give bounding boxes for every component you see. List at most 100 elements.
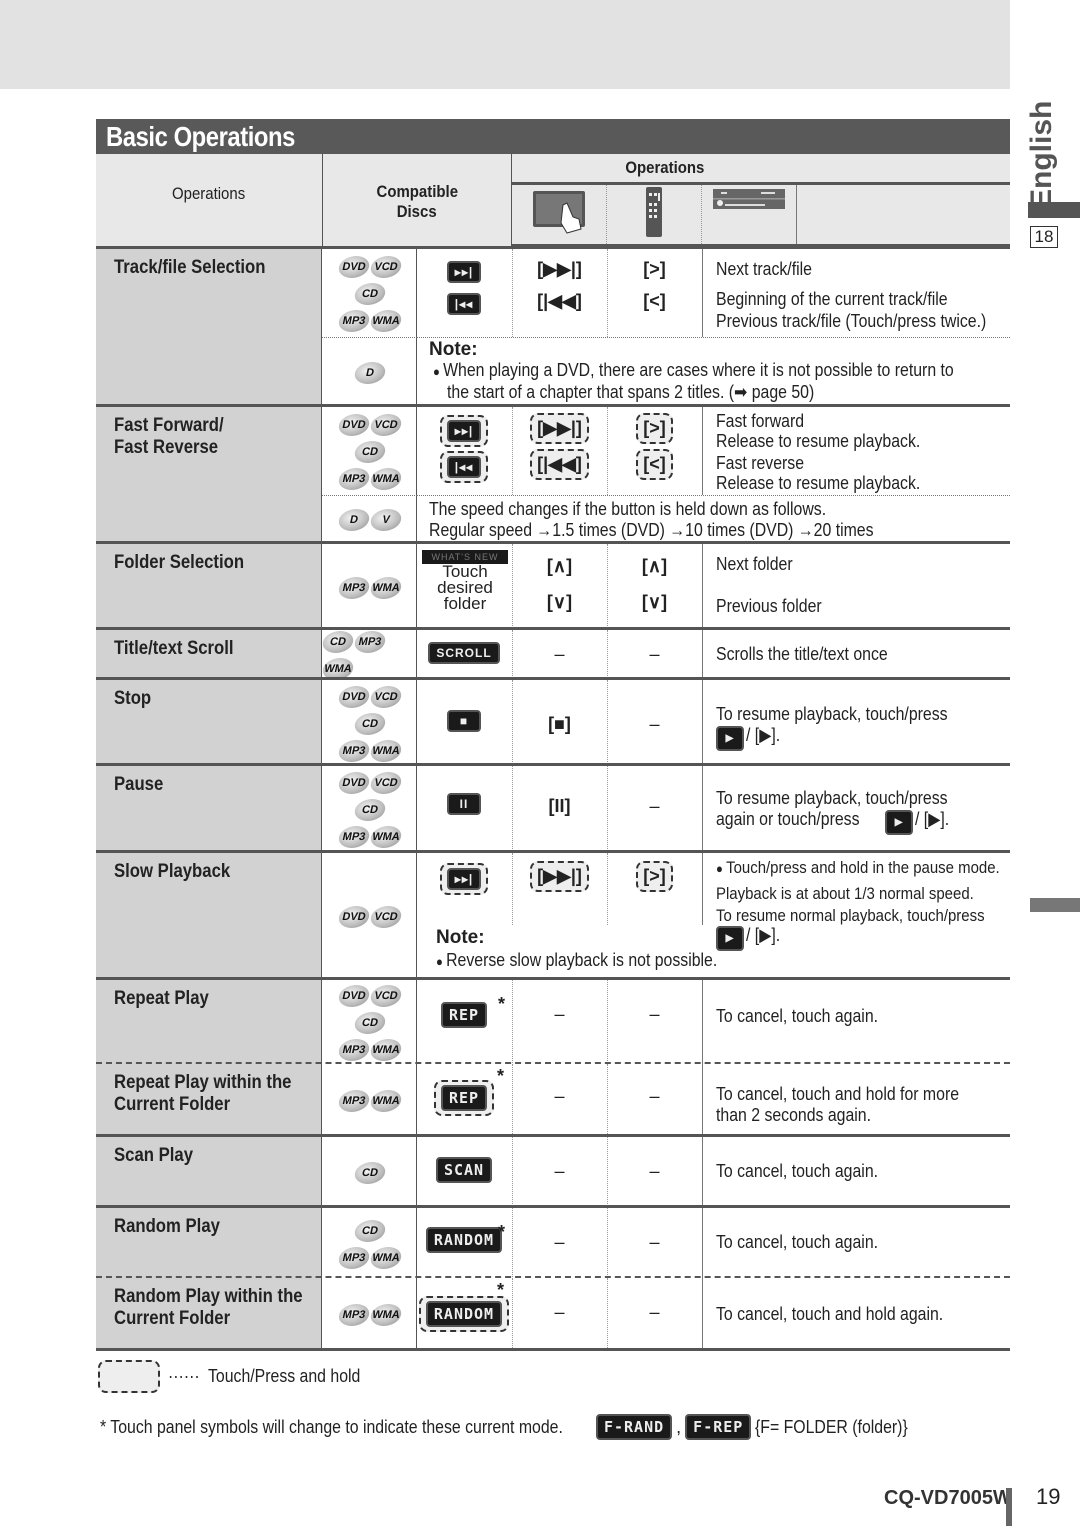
- remote-button: –: [554, 1004, 565, 1024]
- description: again or touch/press ▶ / [▶].: [716, 809, 954, 835]
- operation-name: Random Play within the Current Folder: [96, 1278, 322, 1350]
- disc-icon-dvd: DVD: [336, 906, 371, 928]
- disc-icon-wma: WMA: [368, 576, 403, 599]
- table-header: Operations Compatible Discs Operations: [96, 154, 1010, 246]
- table-row: Random Play CD MP3 WMA RANDOM * – – To cancel, t…: [96, 1205, 1010, 1279]
- disc-icon-wma: WMA: [368, 739, 403, 762]
- unit-button: [>]: [643, 866, 666, 886]
- touch-button[interactable]: RANDOM: [425, 1227, 503, 1253]
- touch-button[interactable]: REP: [440, 1002, 488, 1028]
- touch-button[interactable]: |◂◂: [446, 456, 482, 478]
- disc-icon-cd: CD: [352, 1219, 387, 1242]
- disc-icon-dvd: D: [352, 361, 387, 384]
- unit-button: –: [649, 796, 660, 816]
- operation-name: Title/text Scroll: [96, 630, 322, 680]
- operation-name: Track/file Selection: [96, 249, 322, 407]
- model-number: CQ-VD7005W: [884, 1487, 1012, 1509]
- touch-button[interactable]: RANDOM: [425, 1301, 503, 1327]
- disc-icon-cd: CD: [352, 1162, 387, 1184]
- touch-hold-frame: ▸▸|: [439, 415, 489, 447]
- compatible-discs: DVD VCD CD MP3 WMA: [322, 980, 417, 1065]
- touch-button[interactable]: ▸▸|: [446, 868, 482, 890]
- operation-name: Folder Selection: [96, 544, 322, 630]
- touch-hold-frame: |◂◂: [439, 451, 489, 483]
- touch-button[interactable]: ■: [447, 710, 481, 732]
- compatible-discs: CDMP3WMA: [320, 630, 417, 680]
- disc-icon-dvd: D: [336, 509, 371, 531]
- description: Beginning of the current track/file: [716, 289, 948, 309]
- touch-button[interactable]: |◂◂: [446, 293, 482, 315]
- disc-icon-mp3: MP3: [336, 467, 371, 490]
- disc-icon-vcd: VCD: [368, 685, 403, 708]
- table-row: Title/text Scroll CD MP3WMA SCROLL – – Scrolls…: [96, 627, 1010, 680]
- compatible-discs: DVD VCD: [322, 853, 417, 980]
- header-compatible-discs: Compatible Discs: [322, 154, 513, 246]
- description: than 2 seconds again.: [716, 1105, 872, 1125]
- touch-button[interactable]: SCAN: [435, 1157, 493, 1183]
- disc-icon-cd: CD: [352, 282, 387, 305]
- touch-hold-frame: [▶▶|]: [530, 413, 589, 444]
- touch-button[interactable]: SCROLL: [428, 642, 500, 664]
- disc-icon-dvd: DVD: [336, 685, 371, 708]
- disc-icon-dvd: DVD: [336, 772, 371, 794]
- touch-button[interactable]: ▸▸|: [446, 420, 482, 442]
- remote-button: [■]: [548, 714, 571, 734]
- description: To resume playback, touch/press: [716, 704, 948, 724]
- disc-icon-vcd: VCD: [368, 255, 403, 278]
- unit-button: –: [649, 1086, 660, 1106]
- unit-button: [∨]: [641, 592, 668, 612]
- unit-button: –: [649, 644, 660, 664]
- touch-button[interactable]: REP: [440, 1085, 488, 1111]
- disc-icon-mp3: MP3: [336, 739, 371, 762]
- compatible-discs: MP3 WMA: [322, 544, 417, 630]
- language-label: English: [1025, 100, 1058, 209]
- disc-icon-vcd: VCD: [368, 985, 403, 1007]
- description: Release to resume playback.: [716, 473, 921, 493]
- page-number: 19: [1036, 1484, 1061, 1509]
- remote-button: [|◀◀]: [537, 291, 582, 311]
- play-button-icon: ▶: [885, 810, 914, 835]
- f-rep-button: F-REP: [685, 1414, 752, 1440]
- touch-hold-legend-box: [98, 1360, 160, 1393]
- table-row: Track/file Selection DVD VCD CD MP3 WMA ▸▸| [▶▶…: [96, 246, 1010, 407]
- touch-button[interactable]: II: [447, 793, 481, 815]
- description: Next folder: [716, 554, 793, 574]
- compatible-discs: MP3 WMA: [322, 1064, 417, 1136]
- disc-icon-wma: WMA: [368, 1089, 403, 1112]
- remote-button: [|◀◀]: [537, 454, 582, 474]
- table-row: Fast Forward/Fast Reverse DVD VCD CD MP3 WMA ▸…: [96, 404, 1010, 544]
- disc-icon-cd: CD: [352, 712, 387, 735]
- remote-control-icon: [606, 183, 703, 247]
- unit-button: [<]: [643, 454, 666, 474]
- touch-button[interactable]: ▸▸|: [446, 261, 482, 283]
- touch-hold-frame: [<]: [636, 449, 673, 480]
- note: Note:When playing a DVD, there are cases…: [429, 339, 1025, 403]
- description: Next track/file: [716, 259, 812, 279]
- folder-list-touch[interactable]: WHAT'S NEW Touch desired folder: [422, 550, 508, 612]
- unit-button: [>]: [643, 259, 666, 279]
- operation-name: Repeat Play: [96, 980, 322, 1065]
- unit-button: –: [649, 714, 660, 734]
- unit-button: –: [649, 1004, 660, 1024]
- disc-icon-dvd: DVD: [336, 985, 371, 1007]
- footnote: * Touch panel symbols will change to ind…: [100, 1414, 929, 1440]
- header-operations: Operations: [96, 154, 323, 246]
- mode-change-asterisk: *: [497, 1280, 505, 1300]
- table-row: Stop DVD VCD CD MP3 WMA ■ [■] – To resume playbac…: [96, 677, 1010, 766]
- description: To cancel, touch again.: [716, 1006, 879, 1026]
- disc-icon-wma: WMA: [368, 1039, 403, 1061]
- description: ▶ / [▶].: [716, 725, 785, 751]
- compatible-discs: DVD VCD CD MP3 WMA: [322, 249, 417, 337]
- disc-icon-dvd: DVD: [336, 413, 371, 436]
- play-button-icon: ▶: [716, 726, 744, 751]
- head-unit-icon: [701, 183, 798, 247]
- operation-name: Repeat Play within the Current Folder: [96, 1064, 322, 1136]
- disc-icon-cd: CD: [320, 631, 356, 653]
- description: Touch/press and hold in the pause mode.: [716, 857, 1038, 879]
- description: Release to resume playback.: [716, 431, 921, 451]
- unit-button: –: [649, 1161, 660, 1181]
- legend: ······ Touch/Press and hold: [98, 1360, 381, 1393]
- unit-button: [>]: [643, 418, 666, 438]
- disc-icon-mp3: MP3: [336, 1039, 371, 1061]
- section-page-number: 18: [1030, 226, 1058, 248]
